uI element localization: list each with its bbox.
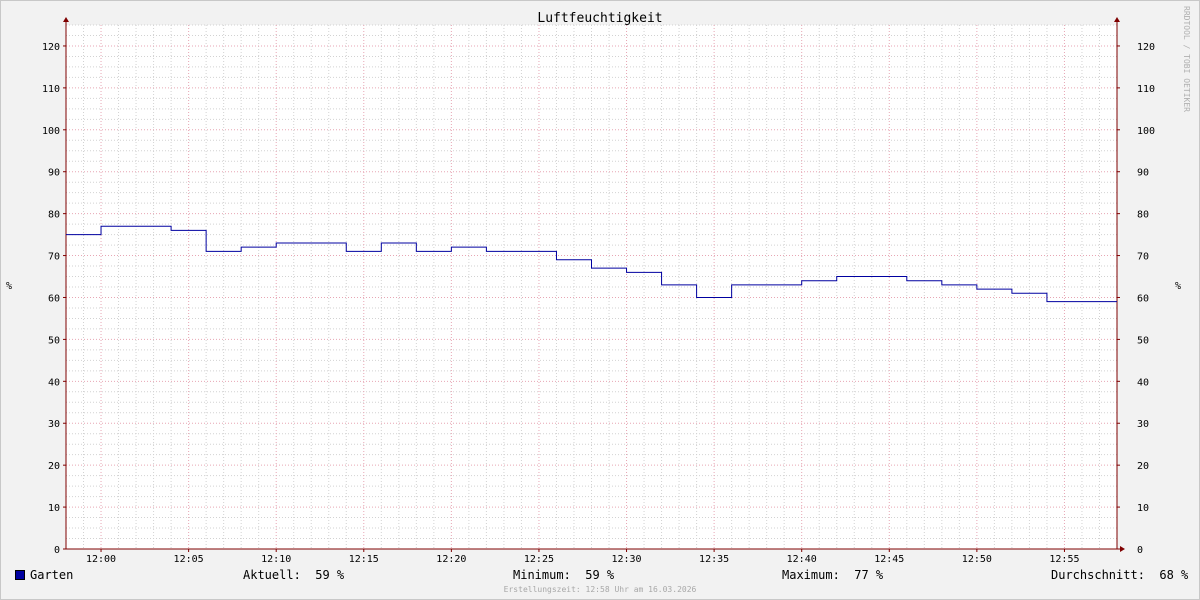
legend-average-label: Durchschnitt: <box>1051 568 1145 582</box>
rrdtool-watermark: RRDTOOL / TOBI OETIKER <box>1182 6 1191 112</box>
y-tick-label: 110 <box>42 84 60 95</box>
y-tick-label: 10 <box>48 503 60 514</box>
y-tick-label: 110 <box>1137 84 1155 95</box>
y-tick-label: 40 <box>48 377 60 388</box>
y-tick-label: 80 <box>1137 210 1149 221</box>
x-tick-label: 12:10 <box>261 554 291 565</box>
legend-series-name: Garten <box>30 568 74 582</box>
x-tick-label: 12:50 <box>962 554 992 565</box>
legend-minimum-value: 59 % <box>585 568 615 582</box>
chart-svg: 0 0 10 10 20 20 30 30 40 40 50 50 60 60 70 70 80 80 90 90 10… <box>42 17 1155 565</box>
x-tick-label: 12:40 <box>787 554 817 565</box>
y-tick-label: 40 <box>1137 377 1149 388</box>
y-tick-label: 50 <box>1137 335 1149 346</box>
x-tick-label: 12:25 <box>524 554 554 565</box>
y-axis-unit-right: % <box>1175 281 1182 292</box>
y-tick-label: 60 <box>48 293 60 304</box>
legend-maximum-label: Maximum: <box>782 568 840 582</box>
y-tick-label: 10 <box>1137 503 1149 514</box>
x-tick-label: 12:45 <box>874 554 904 565</box>
y-tick-label: 30 <box>48 419 60 430</box>
legend-current-value: 59 % <box>315 568 345 582</box>
chart-title: Luftfeuchtigkeit <box>537 11 663 26</box>
y-tick-label: 120 <box>1137 42 1155 53</box>
creation-time-footer: Erstellungszeit: 12:58 Uhr am 16.03.2026 <box>503 585 697 594</box>
x-tick-label: 12:15 <box>349 554 379 565</box>
y-tick-label: 90 <box>48 168 60 179</box>
y-tick-label: 60 <box>1137 293 1149 304</box>
y-tick-label: 70 <box>1137 252 1149 263</box>
y-tick-label: 100 <box>42 126 60 137</box>
legend-minimum: Minimum: 59 % <box>513 568 614 582</box>
legend-maximum: Maximum: 77 % <box>782 568 883 582</box>
legend-minimum-label: Minimum: <box>513 568 571 582</box>
y-tick-label: 0 <box>1137 545 1143 556</box>
y-tick-label: 20 <box>1137 461 1149 472</box>
y-tick-label: 120 <box>42 42 60 53</box>
y-tick-label: 20 <box>48 461 60 472</box>
y-tick-label: 90 <box>1137 168 1149 179</box>
x-tick-label: 12:35 <box>699 554 729 565</box>
y-tick-label: 80 <box>48 210 60 221</box>
legend-swatch-garten <box>15 570 25 580</box>
y-tick-label: 100 <box>1137 126 1155 137</box>
x-tick-label: 12:20 <box>436 554 466 565</box>
y-tick-label: 50 <box>48 335 60 346</box>
x-tick-label: 12:30 <box>611 554 641 565</box>
x-axis-arrow <box>1120 546 1125 552</box>
x-tick-label: 12:05 <box>174 554 204 565</box>
y-axis-unit-left: % <box>6 281 13 292</box>
legend-average-value: 68 % <box>1159 568 1189 582</box>
y-tick-label: 30 <box>1137 419 1149 430</box>
legend-average: Durchschnitt: 68 % <box>1051 568 1188 582</box>
legend-maximum-value: 77 % <box>854 568 884 582</box>
y-tick-label: 70 <box>48 252 60 263</box>
legend-current: Aktuell: 59 % <box>243 568 344 582</box>
x-tick-label: 12:55 <box>1049 554 1079 565</box>
legend-current-label: Aktuell: <box>243 568 301 582</box>
y-tick-label: 0 <box>54 545 60 556</box>
x-tick-label: 12:00 <box>86 554 116 565</box>
